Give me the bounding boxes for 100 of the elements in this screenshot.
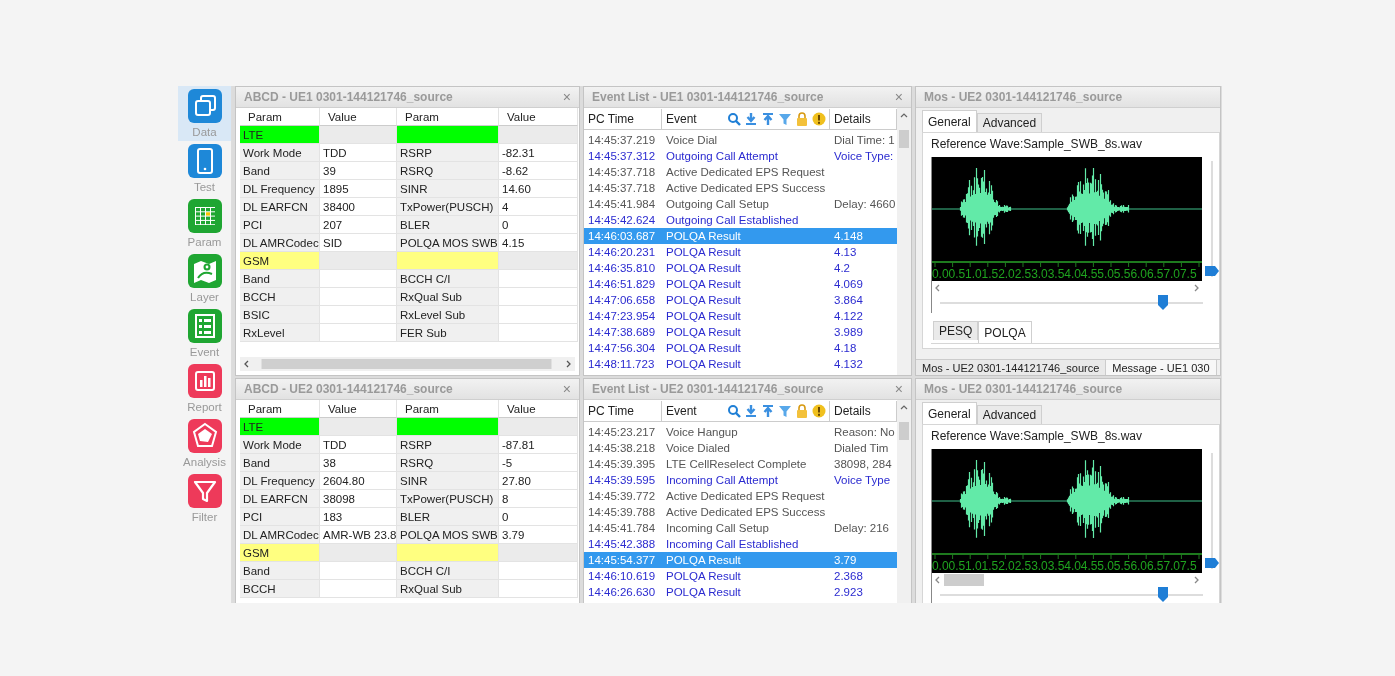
- event-row[interactable]: 14:45:38.218 Voice Dialed Dialed Tim: [584, 440, 897, 456]
- column-header[interactable]: Value: [320, 400, 397, 418]
- vertical-slider[interactable]: [1204, 161, 1220, 277]
- event-time: 14:46:51.829: [587, 277, 657, 292]
- slider-thumb[interactable]: [1204, 265, 1220, 277]
- search-icon[interactable]: [727, 112, 741, 126]
- event-row[interactable]: 14:46:51.829 POLQA Result 4.069: [584, 276, 897, 292]
- down-arrow-icon[interactable]: [744, 404, 758, 418]
- tab[interactable]: Advanced: [976, 113, 1043, 132]
- table-cell: DL AMRCodec: [240, 234, 320, 252]
- time-axis-labels: 0.00.51.01.52.02.53.03.54.04.55.05.56.06.57.07.5: [932, 267, 1198, 281]
- filter-icon[interactable]: [778, 404, 792, 418]
- vertical-slider[interactable]: [1204, 453, 1220, 569]
- event-row[interactable]: 14:45:42.388 Incoming Call Established: [584, 536, 897, 552]
- event-details: Dial Time: 1: [833, 133, 896, 148]
- table-cell: BLER: [397, 216, 499, 234]
- section-header: GSM: [240, 252, 320, 270]
- scrollbar[interactable]: [240, 357, 575, 371]
- table-cell: BCCH C/I: [397, 562, 499, 580]
- table-cell: PCI: [240, 508, 320, 526]
- event-details: 3.864: [833, 293, 864, 308]
- tab[interactable]: General: [922, 402, 977, 424]
- event-time: 14:45:39.772: [587, 489, 657, 504]
- event-row[interactable]: 14:45:39.788 Active Dedicated EPS Success: [584, 504, 897, 520]
- event-row[interactable]: 14:45:39.395 LTE CellReselect Complete 38098, 284: [584, 456, 897, 472]
- column-header[interactable]: Param: [397, 108, 499, 126]
- table-cell: 27.80: [499, 472, 578, 490]
- scroll-thumb[interactable]: [944, 574, 984, 586]
- column-header[interactable]: PC Time: [584, 401, 662, 421]
- warning-icon[interactable]: [812, 112, 826, 126]
- table-cell: Band: [240, 454, 320, 472]
- event-time: 14:45:39.595: [587, 473, 657, 488]
- event-name: Voice Dialed: [665, 441, 731, 456]
- time-axis-labels: 0.00.51.01.52.02.53.03.54.04.55.05.56.06.57.07.5: [932, 559, 1198, 573]
- event-row[interactable]: 14:45:23.217 Voice Hangup Reason: No: [584, 424, 897, 440]
- event-row[interactable]: 14:45:37.718 Active Dedicated EPS Success: [584, 180, 897, 196]
- event-row[interactable]: 14:48:11.723 POLQA Result 4.132: [584, 356, 897, 372]
- event-details: Voice Type: [833, 473, 892, 488]
- warning-icon[interactable]: [812, 404, 826, 418]
- table-cell: 8: [499, 490, 578, 508]
- event-details: 4.069: [833, 277, 864, 292]
- down-arrow-icon[interactable]: [744, 112, 758, 126]
- slider-thumb[interactable]: [1157, 295, 1168, 310]
- column-header[interactable]: Param: [240, 400, 320, 418]
- event-details: 38098, 284: [833, 457, 893, 472]
- event-row[interactable]: 14:45:41.784 Incoming Call Setup Delay: 216: [584, 520, 897, 536]
- column-header[interactable]: Event: [666, 109, 697, 129]
- table-cell: -87.81: [499, 436, 578, 454]
- filter-icon[interactable]: [778, 112, 792, 126]
- event-time: 14:45:39.788: [587, 505, 657, 520]
- table-cell: Band: [240, 162, 320, 180]
- event-time: 14:45:38.218: [587, 441, 657, 456]
- event-row[interactable]: 14:45:37.312 Outgoing Call Attempt Voice Type:: [584, 148, 897, 164]
- table-cell: DL AMRCodec: [240, 526, 320, 544]
- column-header[interactable]: Value: [499, 400, 578, 418]
- slider-thumb[interactable]: [1157, 587, 1168, 602]
- table-cell: RxLevel Sub: [397, 306, 499, 324]
- search-icon[interactable]: [727, 404, 741, 418]
- event-name: POLQA Result: [665, 553, 742, 568]
- tab[interactable]: Advanced: [976, 405, 1043, 424]
- event-name: Incoming Call Established: [665, 537, 800, 552]
- event-row[interactable]: 14:47:56.304 POLQA Result 4.18: [584, 340, 897, 356]
- event-time: 14:45:42.388: [587, 537, 657, 552]
- event-name: POLQA Result: [665, 357, 742, 372]
- up-arrow-icon[interactable]: [761, 404, 775, 418]
- table-cell: 4.15: [499, 234, 578, 252]
- event-time: 14:47:23.954: [587, 309, 657, 324]
- event-details: 4.132: [833, 357, 864, 372]
- table-cell: -8.62: [499, 162, 578, 180]
- table-cell: TDD: [320, 436, 397, 454]
- column-header[interactable]: PC Time: [584, 109, 662, 129]
- event-row[interactable]: 14:45:42.624 Outgoing Call Established: [584, 212, 897, 228]
- column-header[interactable]: Param: [240, 108, 320, 126]
- event-row[interactable]: 14:45:39.772 Active Dedicated EPS Request: [584, 488, 897, 504]
- event-row[interactable]: 14:45:37.219 Voice Dial Dial Time: 1: [584, 132, 897, 148]
- event-name: LTE CellReselect Complete: [665, 457, 808, 472]
- event-row[interactable]: 14:47:06.658 POLQA Result 3.864: [584, 292, 897, 308]
- table-cell: BLER: [397, 508, 499, 526]
- column-header[interactable]: Value: [320, 108, 397, 126]
- event-row[interactable]: 14:45:39.595 Incoming Call Attempt Voice Type: [584, 472, 897, 488]
- event-row[interactable]: 14:47:38.689 POLQA Result 3.989: [584, 324, 897, 340]
- tab[interactable]: General: [922, 110, 977, 132]
- column-header[interactable]: Param: [397, 400, 499, 418]
- event-row[interactable]: 14:47:23.954 POLQA Result 4.122: [584, 308, 897, 324]
- document-tab[interactable]: Message - UE1 030: [1106, 360, 1217, 375]
- tab[interactable]: POLQA: [978, 321, 1032, 343]
- event-row[interactable]: 14:46:10.619 POLQA Result 2.368: [584, 568, 897, 584]
- event-row[interactable]: 14:46:20.231 POLQA Result 4.13: [584, 244, 897, 260]
- column-header[interactable]: Value: [499, 108, 578, 126]
- table-cell: 38098: [320, 490, 397, 508]
- column-header[interactable]: Event: [666, 401, 697, 421]
- up-arrow-icon[interactable]: [761, 112, 775, 126]
- event-row[interactable]: 14:46:35.810 POLQA Result 4.2: [584, 260, 897, 276]
- slider-thumb[interactable]: [1204, 557, 1220, 569]
- event-row[interactable]: 14:45:41.984 Outgoing Call Setup Delay: 4660: [584, 196, 897, 212]
- event-row[interactable]: 14:45:37.718 Active Dedicated EPS Request: [584, 164, 897, 180]
- table-cell: TDD: [320, 144, 397, 162]
- tab[interactable]: PESQ: [933, 321, 979, 340]
- document-tab[interactable]: Mos - UE2 0301-144121746_source: [916, 360, 1107, 375]
- event-row[interactable]: 14:46:26.630 POLQA Result 2.923: [584, 584, 897, 600]
